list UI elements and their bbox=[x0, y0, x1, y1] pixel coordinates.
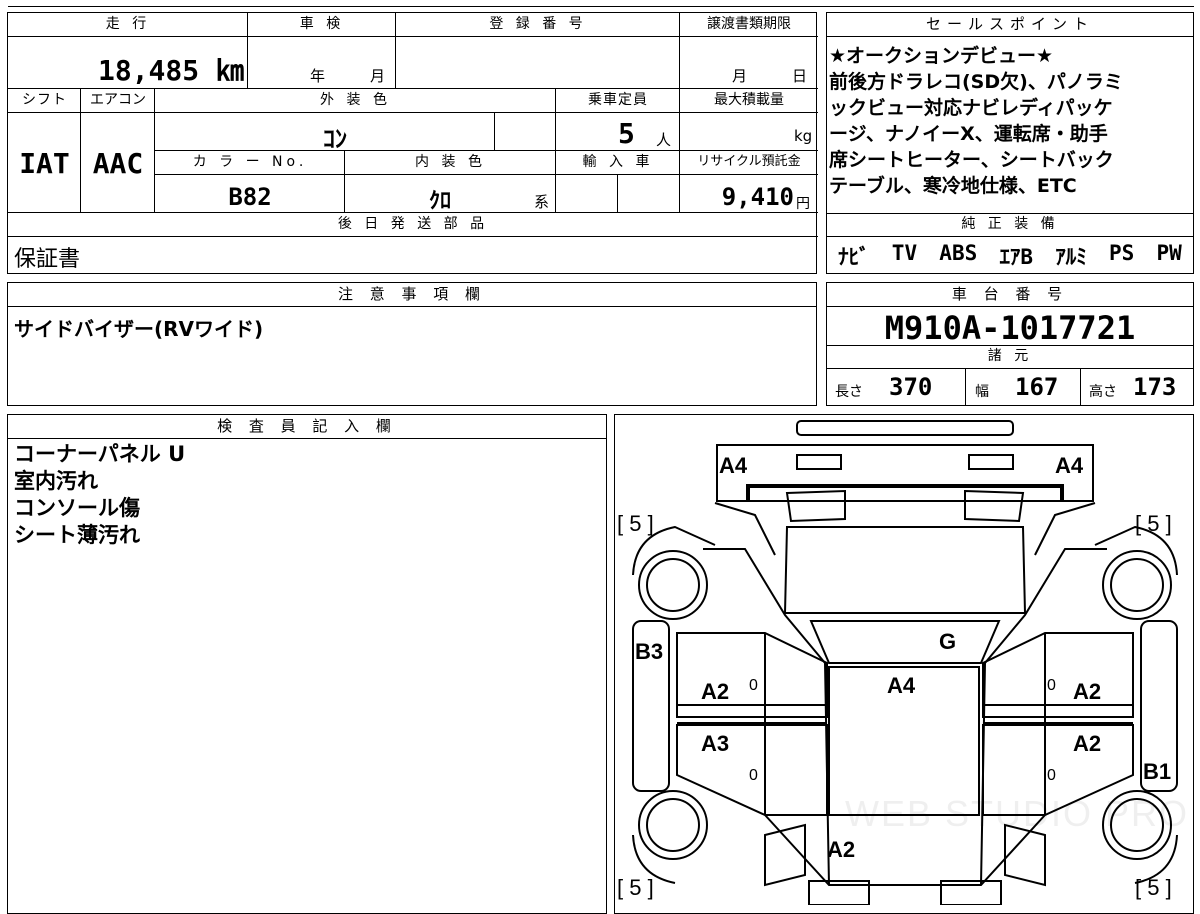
transfer-day-unit: 日 bbox=[792, 67, 808, 85]
color-no-value: B82 bbox=[228, 183, 272, 211]
mark-b3: B3 bbox=[635, 639, 664, 664]
mileage-value: 18,485 ㎞ bbox=[97, 54, 244, 87]
mark-a3-left-rear: A3 bbox=[701, 731, 730, 756]
exterior-value: ｺﾝ bbox=[323, 125, 347, 153]
sales-point-line: ックビュー対応ナビレディパッケ bbox=[829, 97, 1113, 119]
sales-points-text: ★オークションデビュー★ 前後方ドラレコ(SD欠)、パノラミ ックビュー対応ナビ… bbox=[829, 43, 1191, 199]
inspector-notes: コーナーパネル U 室内汚れ コンソール傷 シート薄汚れ bbox=[14, 441, 185, 549]
sales-point-line: ージ、ナノイーX、運転席・助手 bbox=[829, 123, 1108, 145]
mark-tire-fr: [ 5 ] bbox=[1135, 511, 1172, 536]
recycle-label: リサイクル預託金 bbox=[697, 154, 801, 169]
mark-a2-right-rear: A2 bbox=[1073, 731, 1102, 756]
height-value: 173 bbox=[1133, 373, 1177, 401]
mark-b1: B1 bbox=[1143, 759, 1172, 784]
maxload-label: 最大積載量 bbox=[714, 92, 784, 108]
capacity-unit: 人 bbox=[656, 131, 672, 149]
interior-unit: 系 bbox=[534, 193, 550, 211]
inspection-month-unit: 月 bbox=[370, 67, 386, 85]
mark-zero-1: 0 bbox=[749, 677, 758, 694]
transfer-label: 譲渡書類期限 bbox=[707, 16, 791, 32]
inspection-label: 車 検 bbox=[299, 16, 345, 32]
later-parts-value: 保証書 bbox=[14, 247, 81, 272]
equipment-label: 純 正 装 備 bbox=[961, 216, 1059, 232]
equipment-item: PW bbox=[1156, 241, 1182, 265]
mark-a4-right: A4 bbox=[1055, 453, 1084, 478]
equipment-item: ﾅﾋﾞ bbox=[838, 245, 870, 269]
shift-label: シフト bbox=[22, 92, 67, 108]
equipment-item: TV bbox=[891, 241, 918, 265]
mark-a2-back: A2 bbox=[827, 837, 856, 862]
mark-a2-right-front: A2 bbox=[1073, 679, 1102, 704]
sales-point-line: 前後方ドラレコ(SD欠)、パノラミ bbox=[829, 71, 1123, 93]
top-clipped-strip bbox=[0, 0, 1200, 8]
equipment-item: ｱﾙﾐ bbox=[1055, 245, 1087, 269]
equipment-item: ｴｱB bbox=[999, 245, 1034, 269]
specs-label: 諸 元 bbox=[987, 348, 1033, 364]
aircon-label: エアコン bbox=[90, 92, 146, 108]
inspector-line: シート薄汚れ bbox=[14, 523, 140, 547]
mark-tire-fl: [ 5 ] bbox=[617, 511, 654, 536]
inspector-line: コーナーパネル U bbox=[14, 442, 186, 466]
notes-value: サイドバイザー(RVワイド) bbox=[14, 317, 264, 341]
width-label: 幅 bbox=[975, 384, 989, 400]
mark-g: G bbox=[939, 629, 957, 654]
sales-point-line: 席シートヒーター、シートバック bbox=[829, 149, 1114, 171]
equipment-list: ﾅﾋﾞ TV ABS ｴｱB ｱﾙﾐ PS PW bbox=[827, 241, 1193, 271]
sales-points-label: セールスポイント bbox=[827, 13, 1193, 37]
exterior-label: 外 装 色 bbox=[320, 92, 391, 108]
mileage-label: 走 行 bbox=[105, 16, 151, 32]
width-value: 167 bbox=[1015, 373, 1059, 401]
aircon-value: AAC bbox=[92, 147, 144, 180]
chassis-box: 車 台 番 号 M910A-1017721 諸 元 長さ 370 幅 167 高… bbox=[826, 282, 1194, 406]
mark-zero-4: 0 bbox=[1047, 767, 1056, 784]
mark-a2-left-front: A2 bbox=[701, 679, 730, 704]
sales-points-box: セールスポイント ★オークションデビュー★ 前後方ドラレコ(SD欠)、パノラミ … bbox=[826, 12, 1194, 274]
inspector-line: 室内汚れ bbox=[14, 469, 98, 493]
watermark: WEB STUDIO PRO bbox=[845, 793, 1190, 834]
shift-value: IAT bbox=[19, 147, 70, 180]
inspector-line: コンソール傷 bbox=[14, 496, 140, 520]
length-label: 長さ bbox=[835, 384, 863, 400]
length-value: 370 bbox=[889, 373, 933, 401]
interior-label: 内 装 色 bbox=[415, 154, 486, 170]
notes-label: 注 意 事 項 欄 bbox=[8, 283, 816, 307]
mark-zero-2: 0 bbox=[1047, 677, 1056, 694]
mark-zero-3: 0 bbox=[749, 767, 758, 784]
car-diagram: WEB STUDIO PRO A4 A4 [ 5 ] [ 5 ] B3 G A4… bbox=[614, 414, 1194, 914]
mark-a4-roof: A4 bbox=[887, 673, 916, 698]
recycle-value: 9,410 bbox=[721, 183, 794, 211]
chassis-number: M910A-1017721 bbox=[884, 309, 1136, 347]
mark-a4-left: A4 bbox=[719, 453, 748, 478]
notes-box: 注 意 事 項 欄 サイドバイザー(RVワイド) bbox=[7, 282, 817, 406]
color-no-label: カ ラ ー No. bbox=[192, 154, 308, 170]
mark-tire-rr: [ 5 ] bbox=[1135, 875, 1172, 900]
inspector-label: 検 査 員 記 入 欄 bbox=[8, 415, 606, 439]
chassis-label: 車 台 番 号 bbox=[827, 283, 1193, 307]
import-label: 輸 入 車 bbox=[582, 154, 654, 170]
maxload-unit: kg bbox=[794, 127, 813, 145]
vehicle-info-table: 走 行 車 検 登 録 番 号 譲渡書類期限 18,485 ㎞ 年 月 月 日 … bbox=[7, 12, 818, 274]
later-parts-label: 後 日 発 送 部 品 bbox=[337, 216, 489, 232]
interior-value: ｸﾛ bbox=[428, 189, 451, 214]
capacity-label: 乗車定員 bbox=[588, 92, 648, 108]
recycle-unit: 円 bbox=[796, 196, 810, 212]
equipment-item: ABS bbox=[939, 241, 978, 265]
sales-point-line: テーブル、寒冷地仕様、ETC bbox=[829, 175, 1077, 197]
capacity-value: 5 bbox=[618, 117, 635, 150]
inspection-year-unit: 年 bbox=[310, 67, 326, 85]
mark-tire-rl: [ 5 ] bbox=[617, 875, 654, 900]
registration-label: 登 録 番 号 bbox=[489, 16, 587, 32]
equipment-item: PS bbox=[1109, 241, 1135, 265]
transfer-month-unit: 月 bbox=[732, 67, 748, 85]
sales-point-line: ★オークションデビュー★ bbox=[829, 45, 1054, 67]
height-label: 高さ bbox=[1089, 384, 1117, 400]
inspector-box: 検 査 員 記 入 欄 コーナーパネル U 室内汚れ コンソール傷 シート薄汚れ bbox=[7, 414, 607, 914]
